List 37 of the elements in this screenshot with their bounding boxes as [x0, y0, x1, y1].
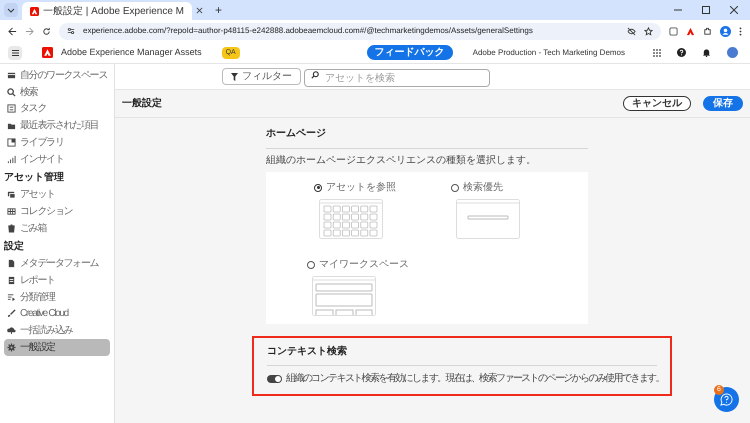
organization-name[interactable]: Adobe Production - Tech Marketing Demos [472, 46, 625, 58]
section-heading: 設定 [4, 239, 25, 254]
url-text: experience.adobe.com/?repoId=author-p48115-e242888.adobeaemcloud.com#/@techmarketingdemos/Assets/generalSettings [83, 25, 534, 37]
sidebar-item[interactable]: インサイト [4, 150, 110, 168]
sidebar-item[interactable]: 検索 [4, 84, 110, 101]
sidebar-item[interactable]: タスク [4, 100, 110, 118]
sidebar-item[interactable]: Creative Cloud [4, 306, 110, 322]
sidebar-item[interactable]: 最近表示された項目 [4, 117, 110, 134]
toggle-label: 組織のコンテキスト検索を有効にします。現在は、検索ファーストのページからのみ使用できます。 [286, 372, 664, 386]
feedback-button[interactable]: フィードバック [366, 45, 453, 60]
sidebar-item[interactable]: コレクション [4, 203, 110, 220]
browser-tab[interactable]: 一般設定 | Adobe Experience M [22, 2, 192, 20]
radio-option[interactable]: アセットを参照 [314, 180, 396, 195]
search-field[interactable]: アセットを検索 [304, 69, 490, 87]
tab-title: 一般設定 | Adobe Experience M [43, 4, 184, 18]
app-name: Adobe Experience Manager Assets [61, 46, 202, 59]
section-heading: ホームページ [266, 126, 588, 149]
cancel-button[interactable]: キャンセル [623, 96, 691, 111]
sidebar-item[interactable]: 自分のワークスペース [4, 67, 110, 84]
sidebar-item[interactable]: レポート [4, 272, 110, 289]
address-bar[interactable]: experience.adobe.com/?repoId=author-p48115-e242888.adobeaemcloud.com#/@techmarketingdemos/Assets/generalSettings [59, 22, 661, 40]
sidebar-item[interactable]: ごみ箱 [4, 220, 110, 237]
sidebar-item[interactable]: アセット [4, 186, 110, 204]
section-heading: コンテキスト検索 [267, 344, 657, 366]
section-heading: アセット管理 [4, 170, 65, 185]
section-description: 組織のホームページエクスペリエンスの種類を選択します。 [266, 154, 537, 168]
radio-option[interactable]: マイワークスペース [307, 257, 409, 272]
radio-option[interactable]: 検索優先 [451, 180, 503, 195]
sidebar-item[interactable]: 一括読み込み [4, 322, 110, 340]
sidebar-item[interactable]: 分類管理 [4, 288, 110, 306]
sidebar-item[interactable]: 一般設定 [4, 339, 110, 356]
save-button[interactable]: 保存 [703, 96, 743, 111]
new-tab-button[interactable]: + [215, 1, 222, 19]
page-title: 一般設定 [122, 96, 163, 111]
sidebar-item[interactable]: メタデータフォーム [4, 255, 110, 272]
filter-button[interactable]: フィルター [222, 68, 301, 85]
sidebar-item[interactable]: ライブラリ [4, 134, 110, 151]
